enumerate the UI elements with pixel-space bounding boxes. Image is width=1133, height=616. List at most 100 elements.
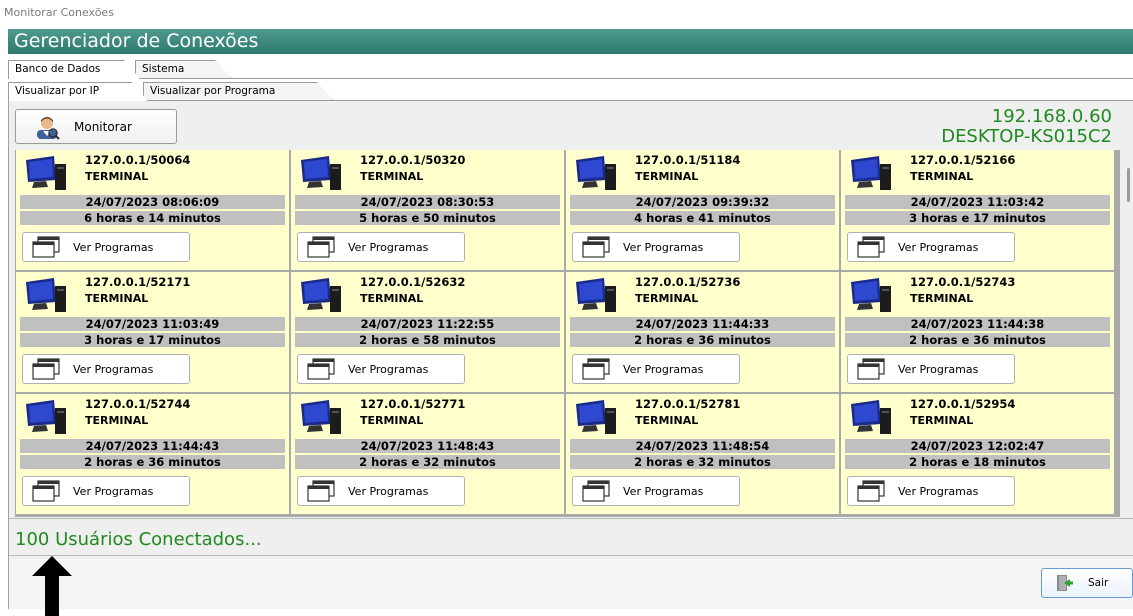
ver-programas-button[interactable]: Ver Programas (847, 476, 1015, 506)
card-ip: 127.0.0.1/52743 (910, 275, 1016, 289)
card-ip: 127.0.0.1/52781 (635, 397, 741, 411)
connection-card: 127.0.0.1/50064 TERMINAL 24/07/2023 08:0… (16, 150, 289, 270)
connection-grid: 127.0.0.1/50064 TERMINAL 24/07/2023 08:0… (15, 150, 1120, 517)
card-connected-at: 24/07/2023 09:39:32 (570, 195, 835, 209)
card-connected-at: 24/07/2023 08:30:53 (295, 195, 560, 209)
ver-programas-button[interactable]: Ver Programas (572, 476, 740, 506)
card-connected-duration: 4 horas e 41 minutos (570, 211, 835, 225)
sub-tab-strip: Visualizar por IP Visualizar por Program… (8, 80, 1133, 101)
computer-icon (301, 156, 341, 190)
card-connected-duration: 2 horas e 36 minutos (845, 333, 1110, 347)
host-ip: 192.168.0.60 (991, 106, 1112, 127)
bottom-toolbar: Sair (9, 559, 1133, 609)
connection-card: 127.0.0.1/52166 TERMINAL 24/07/2023 11:0… (841, 150, 1114, 270)
tab-visualizar-por-programa[interactable]: Visualizar por Programa (143, 82, 333, 100)
monitor-button[interactable]: Monitorar (15, 109, 177, 144)
computer-icon (26, 156, 66, 190)
exit-button[interactable]: Sair (1041, 568, 1133, 598)
tab-sistema[interactable]: Sistema (135, 60, 231, 78)
card-connection-type: TERMINAL (85, 414, 149, 427)
card-connection-type: TERMINAL (635, 170, 699, 183)
ver-programas-label: Ver Programas (73, 362, 154, 376)
card-connected-duration: 3 horas e 17 minutos (20, 333, 285, 347)
connection-card: 127.0.0.1/52632 TERMINAL 24/07/2023 11:2… (291, 272, 564, 392)
card-ip: 127.0.0.1/52632 (360, 275, 466, 289)
ver-programas-label: Ver Programas (623, 362, 704, 376)
exit-button-label: Sair (1088, 577, 1109, 589)
ver-programas-label: Ver Programas (348, 240, 429, 254)
computer-icon (851, 278, 891, 312)
card-connected-at: 24/07/2023 11:44:38 (845, 317, 1110, 331)
ver-programas-button[interactable]: Ver Programas (847, 232, 1015, 262)
connection-card: 127.0.0.1/52771 TERMINAL 24/07/2023 11:4… (291, 394, 564, 514)
card-connected-duration: 2 horas e 36 minutos (570, 333, 835, 347)
windows-icon (582, 480, 610, 502)
connection-card: 127.0.0.1/50320 TERMINAL 24/07/2023 08:3… (291, 150, 564, 270)
ver-programas-button[interactable]: Ver Programas (572, 232, 740, 262)
card-connection-type: TERMINAL (635, 292, 699, 305)
ver-programas-button[interactable]: Ver Programas (297, 476, 465, 506)
ver-programas-label: Ver Programas (623, 240, 704, 254)
ver-programas-button[interactable]: Ver Programas (22, 354, 190, 384)
tab-banco-de-dados[interactable]: Banco de Dados (8, 60, 140, 79)
card-connected-duration: 2 horas e 58 minutos (295, 333, 560, 347)
ver-programas-label: Ver Programas (73, 240, 154, 254)
ver-programas-button[interactable]: Ver Programas (22, 232, 190, 262)
app-header: Gerenciador de Conexões (8, 29, 1133, 54)
card-ip: 127.0.0.1/52166 (910, 153, 1016, 167)
computer-icon (576, 278, 616, 312)
computer-icon (301, 400, 341, 434)
main-panel: Monitorar 192.168.0.60 DESKTOP-KS015C2 1… (8, 101, 1133, 609)
card-connection-type: TERMINAL (360, 170, 424, 183)
vertical-scrollbar[interactable] (1122, 150, 1133, 517)
user-icon (37, 116, 60, 140)
card-connected-duration: 5 horas e 50 minutos (295, 211, 560, 225)
top-tab-strip: Banco de Dados Sistema (8, 58, 1133, 79)
connection-card: 127.0.0.1/52781 TERMINAL 24/07/2023 11:4… (566, 394, 839, 514)
windows-icon (32, 236, 60, 258)
card-connection-type: TERMINAL (360, 414, 424, 427)
ver-programas-label: Ver Programas (348, 484, 429, 498)
card-connection-type: TERMINAL (635, 414, 699, 427)
windows-icon (32, 480, 60, 502)
card-connected-at: 24/07/2023 11:22:55 (295, 317, 560, 331)
ver-programas-label: Ver Programas (348, 362, 429, 376)
ver-programas-label: Ver Programas (898, 240, 979, 254)
card-connection-type: TERMINAL (85, 170, 149, 183)
arrow-up-icon (32, 556, 72, 616)
card-connected-at: 24/07/2023 11:03:49 (20, 317, 285, 331)
windows-icon (307, 480, 335, 502)
windows-icon (857, 358, 885, 380)
scrollbar-thumb[interactable] (1127, 168, 1130, 202)
windows-icon (582, 236, 610, 258)
card-ip: 127.0.0.1/52171 (85, 275, 191, 289)
window-title: Monitorar Conexões (4, 6, 114, 19)
card-connected-duration: 2 horas e 32 minutos (295, 455, 560, 469)
ver-programas-label: Ver Programas (623, 484, 704, 498)
computer-icon (301, 278, 341, 312)
card-connected-duration: 2 horas e 18 minutos (845, 455, 1110, 469)
connection-card: 127.0.0.1/52954 TERMINAL 24/07/2023 12:0… (841, 394, 1114, 514)
windows-icon (307, 236, 335, 258)
host-name: DESKTOP-KS015C2 (941, 126, 1112, 147)
card-connected-at: 24/07/2023 08:06:09 (20, 195, 285, 209)
card-ip: 127.0.0.1/52954 (910, 397, 1016, 411)
ver-programas-button[interactable]: Ver Programas (572, 354, 740, 384)
card-connected-at: 24/07/2023 11:48:43 (295, 439, 560, 453)
windows-icon (582, 358, 610, 380)
host-info: 192.168.0.60 DESKTOP-KS015C2 (941, 107, 1112, 147)
connection-card: 127.0.0.1/52736 TERMINAL 24/07/2023 11:4… (566, 272, 839, 392)
card-ip: 127.0.0.1/50320 (360, 153, 466, 167)
connection-card: 127.0.0.1/52743 TERMINAL 24/07/2023 11:4… (841, 272, 1114, 392)
ver-programas-button[interactable]: Ver Programas (297, 232, 465, 262)
windows-icon (857, 236, 885, 258)
connection-card: 127.0.0.1/51184 TERMINAL 24/07/2023 09:3… (566, 150, 839, 270)
connected-users-count: 100 Usuários Conectados... (15, 529, 262, 550)
ver-programas-button[interactable]: Ver Programas (297, 354, 465, 384)
connection-card: 127.0.0.1/52171 TERMINAL 24/07/2023 11:0… (16, 272, 289, 392)
computer-icon (851, 156, 891, 190)
tab-visualizar-por-ip[interactable]: Visualizar por IP (8, 82, 148, 101)
ver-programas-label: Ver Programas (73, 484, 154, 498)
ver-programas-button[interactable]: Ver Programas (847, 354, 1015, 384)
ver-programas-button[interactable]: Ver Programas (22, 476, 190, 506)
